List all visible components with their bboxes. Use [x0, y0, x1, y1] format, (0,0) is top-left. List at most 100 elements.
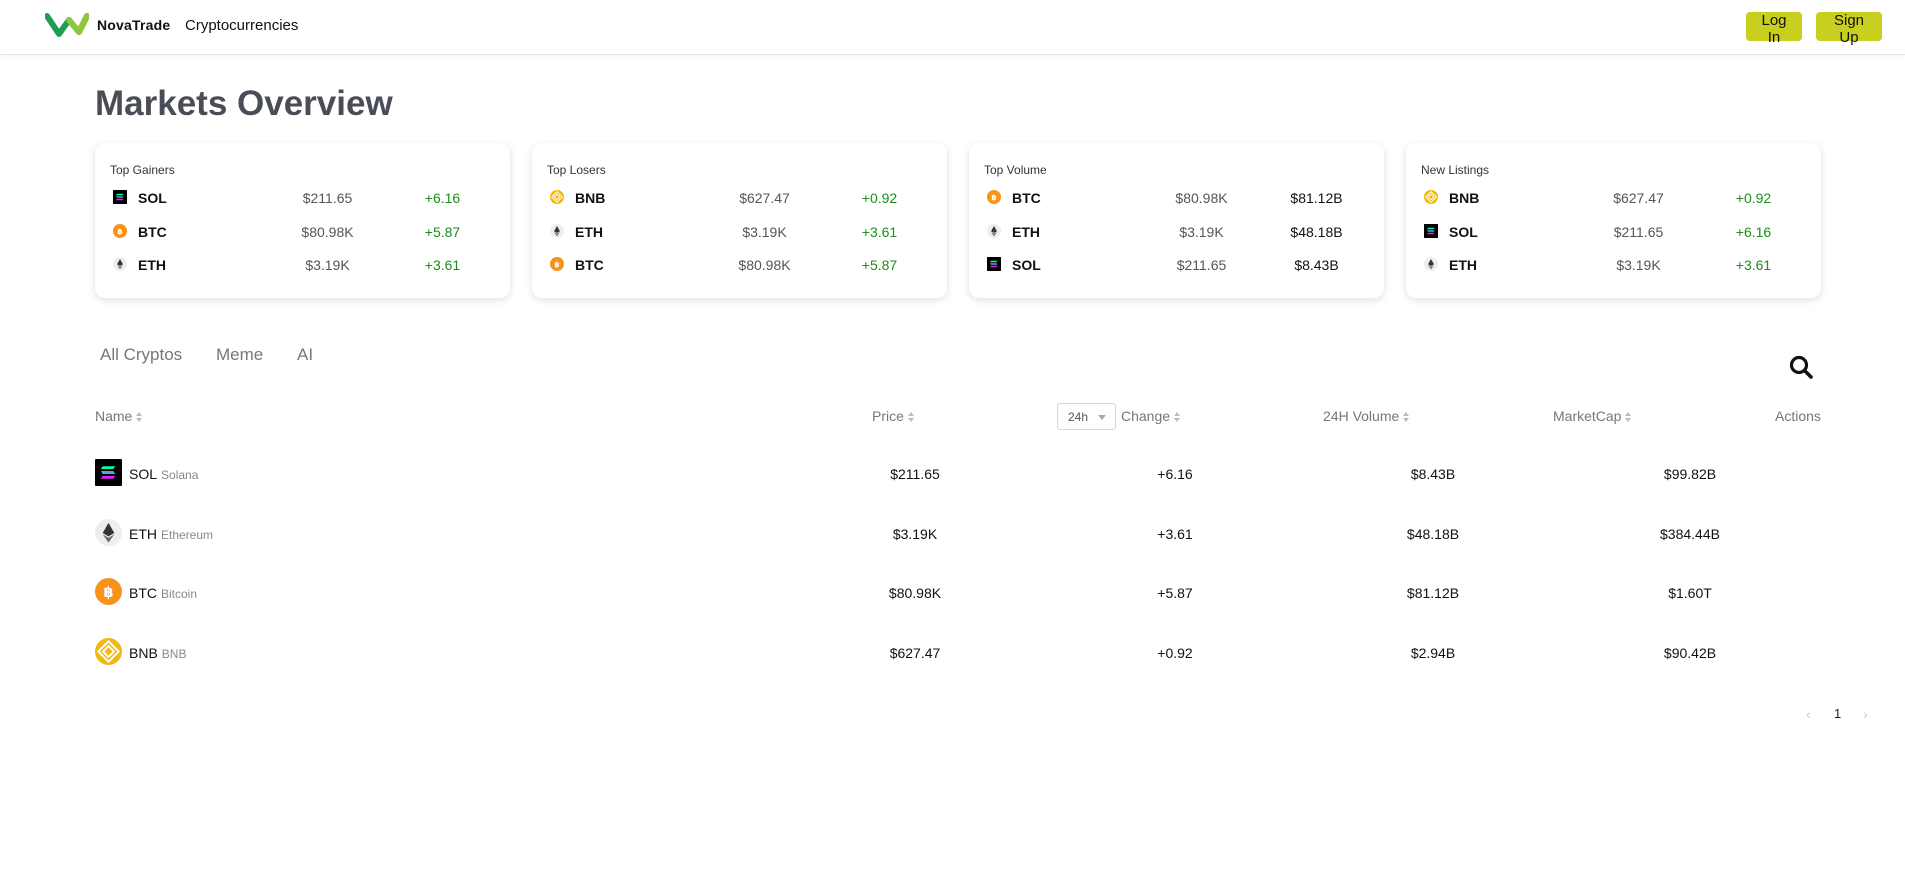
pagination-prev[interactable]: ‹	[1806, 706, 1811, 722]
coin-full-name: Bitcoin	[161, 587, 198, 601]
coin-symbol: BTC	[1012, 190, 1041, 206]
nav-cryptocurrencies-link[interactable]: Cryptocurrencies	[185, 17, 298, 34]
coin-price: $80.98K	[301, 224, 354, 240]
bnb-icon	[95, 638, 122, 665]
solana-icon	[95, 459, 122, 486]
column-header-price[interactable]: Price	[872, 408, 915, 424]
card-row[interactable]: ฿ BTC $80.98K +5.87	[547, 255, 932, 275]
tab-all-cryptos[interactable]: All Cryptos	[100, 345, 182, 365]
volume-cell: $2.94B	[1410, 645, 1456, 661]
search-icon[interactable]	[1788, 354, 1814, 380]
price-cell: $3.19K	[892, 526, 938, 542]
coin-metric: $8.43B	[1294, 257, 1339, 273]
bitcoin-icon: ฿	[95, 578, 122, 605]
coin-metric: +3.61	[424, 257, 461, 273]
volume-cell: $81.12B	[1406, 585, 1460, 601]
market-card: Top Losers BNB $627.47 +0.92 ETH $3.19K …	[532, 143, 947, 298]
card-row[interactable]: BNB $627.47 +0.92	[547, 188, 932, 208]
card-row[interactable]: ETH $3.19K +3.61	[110, 255, 495, 275]
solana-icon	[1424, 224, 1438, 238]
change-cell: +6.16	[1157, 466, 1193, 482]
tab-ai[interactable]: AI	[297, 345, 313, 365]
sort-icon[interactable]	[136, 411, 143, 424]
coin-symbol: SOL	[129, 466, 158, 482]
table-row[interactable]: BNB BNB $627.47 +0.92 $2.94B $90.42B	[95, 634, 1825, 674]
card-row[interactable]: ฿ BTC $80.98K $81.12B	[984, 188, 1369, 208]
sort-icon[interactable]	[1403, 411, 1410, 424]
table-row[interactable]: ETH Ethereum $3.19K +3.61 $48.18B $384.44…	[95, 515, 1825, 555]
coin-price: $3.19K	[742, 224, 787, 240]
coin-full-name: Solana	[161, 468, 199, 482]
card-row[interactable]: ฿ BTC $80.98K +5.87	[110, 222, 495, 242]
card-row[interactable]: ETH $3.19K $48.18B	[984, 222, 1369, 242]
novatrade-logo-icon[interactable]	[45, 12, 89, 38]
market-card: New Listings BNB $627.47 +0.92 SOL $211.…	[1406, 143, 1821, 298]
sort-icon[interactable]	[907, 411, 915, 424]
coin-price: $3.19K	[1616, 257, 1661, 273]
price-cell: $211.65	[890, 466, 940, 482]
coin-metric: +5.87	[424, 224, 461, 240]
coin-symbol: BTC	[129, 585, 157, 601]
coin-full-name: Ethereum	[161, 528, 214, 542]
card-title: Top Losers	[547, 163, 606, 177]
signup-button[interactable]: Sign Up	[1816, 12, 1882, 46]
marketcap-cell: $99.82B	[1663, 466, 1717, 482]
marketcap-cell: $1.60T	[1668, 585, 1712, 601]
card-row[interactable]: ETH $3.19K +3.61	[1421, 255, 1806, 275]
solana-icon	[113, 190, 127, 204]
bitcoin-icon: ฿	[987, 190, 1001, 204]
coin-metric: +0.92	[861, 190, 898, 206]
pagination-next[interactable]: ›	[1863, 706, 1868, 722]
sort-icon[interactable]	[1625, 411, 1632, 424]
chevron-down-icon	[1098, 415, 1106, 420]
coin-symbol: BTC	[138, 224, 167, 240]
coin-price: $211.65	[1613, 224, 1664, 240]
svg-text:฿: ฿	[554, 260, 559, 269]
coin-price: $3.19K	[305, 257, 350, 273]
bnb-icon	[1424, 190, 1438, 204]
coin-metric: +3.61	[1735, 257, 1772, 273]
coin-symbol: BNB	[129, 645, 158, 661]
change-cell: +3.61	[1157, 526, 1193, 542]
column-header-marketcap[interactable]: MarketCap	[1553, 408, 1632, 424]
card-row[interactable]: SOL $211.65 +6.16	[1421, 222, 1806, 242]
coin-price: $627.47	[1613, 190, 1664, 206]
svg-text:฿: ฿	[991, 193, 996, 202]
pagination-page-1[interactable]: 1	[1834, 706, 1841, 721]
coin-symbol: BNB	[1449, 190, 1480, 206]
coin-symbol: BTC	[575, 257, 604, 273]
coin-metric: +6.16	[1735, 224, 1772, 240]
bitcoin-icon: ฿	[550, 257, 564, 271]
tab-meme[interactable]: Meme	[216, 345, 263, 365]
bitcoin-icon: ฿	[113, 224, 127, 238]
card-row[interactable]: SOL $211.65 +6.16	[110, 188, 495, 208]
coin-symbol: SOL	[1449, 224, 1478, 240]
coin-symbol: SOL	[1012, 257, 1041, 273]
change-cell: +0.92	[1157, 645, 1193, 661]
market-card: Top Gainers SOL $211.65 +6.16 ฿ BTC $80.…	[95, 143, 510, 298]
ethereum-icon	[95, 519, 122, 546]
marketcap-cell: $90.42B	[1663, 645, 1717, 661]
coin-price: $80.98K	[1175, 190, 1228, 206]
price-cell: $80.98K	[888, 585, 942, 601]
coin-metric: +5.87	[861, 257, 898, 273]
volume-cell: $8.43B	[1410, 466, 1456, 482]
table-row[interactable]: SOL Solana $211.65 +6.16 $8.43B $99.82B	[95, 455, 1825, 495]
card-row[interactable]: BNB $627.47 +0.92	[1421, 188, 1806, 208]
login-button[interactable]: Log In	[1746, 12, 1802, 46]
volume-cell: $48.18B	[1406, 526, 1460, 542]
coin-price: $627.47	[739, 190, 790, 206]
coin-metric: $81.12B	[1290, 190, 1343, 206]
column-header-change[interactable]: Change	[1121, 408, 1181, 424]
table-row[interactable]: ฿ BTC Bitcoin $80.98K +5.87 $81.12B $1.60…	[95, 574, 1825, 614]
top-navbar: NovaTrade Cryptocurrencies Log In Sign U…	[0, 0, 1905, 55]
brand-name[interactable]: NovaTrade	[97, 17, 170, 33]
sort-icon[interactable]	[1174, 411, 1181, 424]
column-header-name[interactable]: Name	[95, 408, 143, 424]
change-cell: +5.87	[1157, 585, 1193, 601]
coin-metric: +6.16	[424, 190, 461, 206]
card-row[interactable]: ETH $3.19K +3.61	[547, 222, 932, 242]
column-header-volume[interactable]: 24H Volume	[1323, 408, 1410, 424]
period-select[interactable]: 24h	[1057, 403, 1116, 430]
card-row[interactable]: SOL $211.65 $8.43B	[984, 255, 1369, 275]
